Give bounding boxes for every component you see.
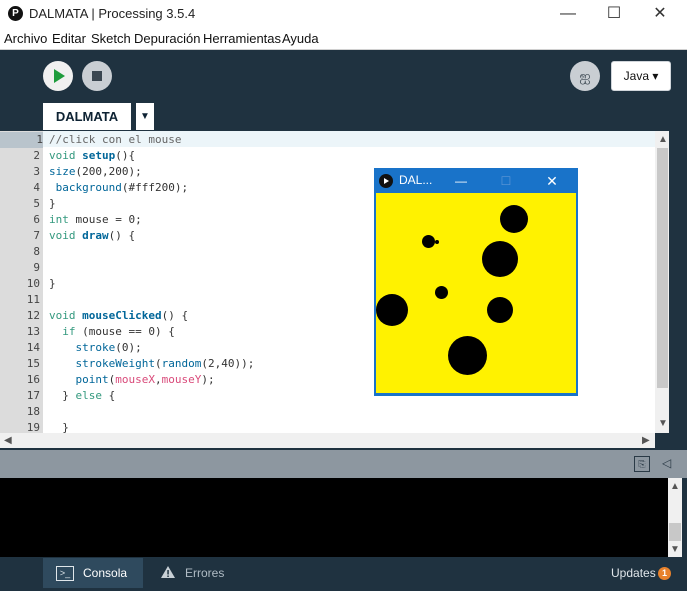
canvas-dot <box>482 241 518 277</box>
sketch-window-title: DAL... <box>399 173 433 187</box>
sketch-window[interactable]: DAL... — ☐ ✕ <box>374 168 578 396</box>
menu-editar[interactable]: Editar <box>52 31 86 46</box>
code-line-3: size(200,200); <box>49 165 142 178</box>
menu-herramientas[interactable]: Herramientas <box>203 31 281 46</box>
line-number: 3 <box>33 165 40 178</box>
updates-link[interactable]: Updates <box>611 566 656 580</box>
copy-console-icon[interactable]: ⎘ <box>634 456 650 472</box>
debugger-button[interactable]: ஐ <box>570 61 600 91</box>
sketch-close-button[interactable]: ✕ <box>540 171 564 191</box>
canvas-dot <box>448 336 487 375</box>
maximize-button[interactable]: ☐ <box>591 0 637 28</box>
code-line-6: int mouse = 0; <box>49 213 142 226</box>
processing-app-icon: P <box>8 6 23 21</box>
canvas-dot <box>376 294 408 326</box>
code-line-4: background(#fff200); <box>55 181 189 194</box>
play-icon <box>54 69 65 83</box>
code-line-15: strokeWeight(random(2,40)); <box>75 357 255 370</box>
sketch-canvas[interactable] <box>375 193 576 393</box>
menu-sketch[interactable]: Sketch <box>91 31 131 46</box>
console-scroll-thumb[interactable] <box>669 523 681 541</box>
scroll-up-icon[interactable]: ▲ <box>658 134 668 145</box>
butterfly-icon: ஐ <box>579 69 590 85</box>
line-number: 11 <box>26 293 40 306</box>
code-line-13: if (mouse == 0) { <box>62 325 175 338</box>
line-number-gutter: 1 2 3 4 5 6 7 8 9 10 11 12 13 14 15 16 1… <box>0 131 43 433</box>
canvas-dot <box>422 235 435 248</box>
line-number: 15 <box>26 357 40 370</box>
warning-icon <box>160 565 176 584</box>
code-line-14: stroke(0); <box>75 341 142 354</box>
stop-icon <box>92 71 102 81</box>
minimize-button[interactable]: — <box>545 0 591 28</box>
sketch-minimize-button[interactable]: — <box>451 171 471 191</box>
code-line-1: //click con el mouse <box>49 133 182 146</box>
stop-button[interactable] <box>82 61 112 91</box>
close-button[interactable]: ✕ <box>637 0 683 28</box>
console-output <box>0 478 668 557</box>
line-number: 19 <box>26 421 40 433</box>
tab-dalmata[interactable]: DALMATA <box>43 103 131 130</box>
line-number: 13 <box>26 325 40 338</box>
code-line-12: void mouseClicked() { <box>49 309 189 322</box>
mode-selector[interactable]: Java ▾ <box>611 61 671 91</box>
code-line-2: void setup(){ <box>49 149 136 162</box>
line-number: 16 <box>26 373 40 386</box>
scroll-right-icon[interactable]: ▶ <box>642 435 650 446</box>
editor-horizontal-scrollbar[interactable] <box>0 433 655 448</box>
code-line-7: void draw() { <box>49 229 136 242</box>
line-number: 10 <box>26 277 40 290</box>
canvas-dot <box>500 205 528 233</box>
sketch-maximize-button[interactable]: ☐ <box>496 171 516 191</box>
line-number: 7 <box>33 229 40 242</box>
menu-depuracion[interactable]: Depuración <box>134 31 201 46</box>
scroll-down-icon[interactable]: ▼ <box>658 418 668 429</box>
updates-count-badge: 1 <box>658 567 671 580</box>
menu-ayuda[interactable]: Ayuda <box>282 31 319 46</box>
canvas-dot <box>435 286 448 299</box>
menu-archivo[interactable]: Archivo <box>4 31 47 46</box>
tab-errores[interactable]: Errores <box>185 566 224 580</box>
line-number: 6 <box>33 213 40 226</box>
line-number: 8 <box>33 245 40 258</box>
canvas-dot <box>487 297 513 323</box>
console-divider-bar[interactable] <box>0 450 687 478</box>
collapse-console-icon[interactable]: ◁ <box>662 456 671 470</box>
processing-sketch-icon <box>379 174 393 188</box>
line-number: 4 <box>33 181 40 194</box>
svg-text:ஐ: ஐ <box>579 69 590 85</box>
code-line-19: } <box>49 421 69 433</box>
line-number: 17 <box>26 389 40 402</box>
run-button[interactable] <box>43 61 73 91</box>
line-number: 12 <box>26 309 40 322</box>
scroll-left-icon[interactable]: ◀ <box>4 435 12 446</box>
console-scroll-down-icon[interactable]: ▼ <box>670 544 680 555</box>
window-title: DALMATA | Processing 3.5.4 <box>29 6 196 21</box>
console-scroll-up-icon[interactable]: ▲ <box>670 481 680 492</box>
tab-menu-button[interactable]: ▼ <box>136 103 154 130</box>
line-number: 2 <box>33 149 40 162</box>
code-line-10: } <box>49 277 56 290</box>
code-line-17: } else { <box>49 389 116 402</box>
line-number: 9 <box>33 261 40 274</box>
code-line-5: } <box>49 197 56 210</box>
terminal-icon: >_ <box>56 566 74 581</box>
line-number: 18 <box>26 405 40 418</box>
line-number: 1 <box>0 132 43 148</box>
line-number: 5 <box>33 197 40 210</box>
canvas-dot <box>435 240 439 244</box>
code-line-16: point(mouseX,mouseY); <box>75 373 215 386</box>
line-number: 14 <box>26 341 40 354</box>
console-tab-label: Consola <box>83 566 128 580</box>
editor-scroll-thumb[interactable] <box>657 148 668 388</box>
